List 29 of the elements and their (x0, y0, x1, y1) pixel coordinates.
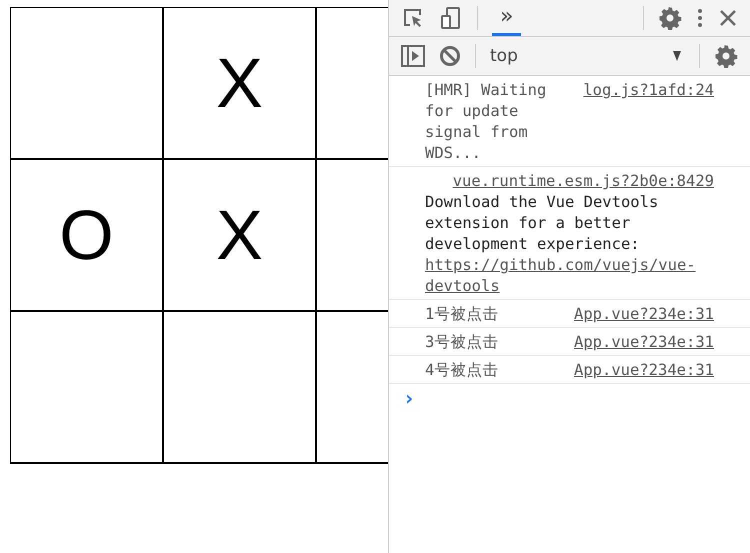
console-message: 1号被点击 (425, 304, 498, 325)
clear-console-icon[interactable] (439, 45, 461, 67)
source-link[interactable]: vue.runtime.esm.js?2b0e:8429 (452, 171, 714, 192)
console-message: 3号被点击 (425, 332, 498, 353)
cell-mark: X (216, 48, 263, 118)
menu-icon[interactable] (696, 6, 704, 30)
url-link[interactable]: https://github.com/vuejs/vue-devtools (425, 255, 714, 297)
settings-icon[interactable] (658, 6, 682, 30)
board-cell[interactable] (164, 312, 317, 464)
source-link[interactable]: log.js?1afd:24 (583, 80, 714, 101)
console-message: [HMR] Waiting for update signal from WDS... (425, 80, 548, 164)
settings-icon[interactable] (714, 44, 738, 68)
source-link[interactable]: App.vue?234e:31 (574, 360, 714, 381)
sidebar-toggle-icon[interactable] (401, 45, 425, 67)
close-icon[interactable] (718, 8, 738, 28)
board-cell[interactable]: O (11, 160, 164, 312)
device-icon[interactable] (439, 6, 463, 30)
cell-mark: O (59, 200, 114, 270)
dropdown-caret-icon (673, 51, 681, 61)
board-cell[interactable] (11, 312, 164, 464)
cell-mark: X (216, 200, 263, 270)
board-cell[interactable]: X (164, 160, 317, 312)
console-message: 4号被点击 (425, 360, 498, 381)
source-link[interactable]: App.vue?234e:31 (574, 304, 714, 325)
console-prompt[interactable]: › (389, 384, 750, 412)
board-cell[interactable] (11, 8, 164, 160)
board-cell[interactable]: X (164, 8, 317, 160)
source-link[interactable]: App.vue?234e:31 (574, 332, 714, 353)
console-message: Download the Vue Devtools extension for a better development experience: https://github.com/vuejs/vue-devtools (425, 192, 714, 297)
